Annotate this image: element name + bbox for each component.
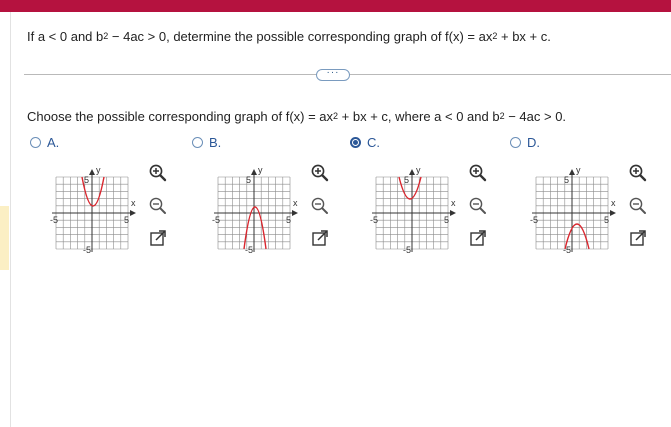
graph-c-y-tick-pos: 5 xyxy=(404,175,409,185)
option-b-label: B. xyxy=(209,135,222,150)
zoom-in-icon[interactable] xyxy=(628,163,648,183)
zoom-out-icon[interactable] xyxy=(148,196,168,216)
option-a-radio-group[interactable]: A. xyxy=(30,135,59,150)
option-d-radio-group[interactable]: D. xyxy=(510,135,540,150)
graph-b-y-label: y xyxy=(258,165,263,175)
graph-b-x-arrow xyxy=(292,210,298,216)
graph-c-x-label: x xyxy=(451,198,456,208)
graph-c-x-tick-neg: -5 xyxy=(370,215,378,225)
zoom-in-icon[interactable] xyxy=(148,163,168,183)
graph-a-x-label: x xyxy=(131,198,136,208)
graph-a-y-tick-pos: 5 xyxy=(84,175,89,185)
open-external-icon[interactable] xyxy=(628,228,648,248)
graph-b-x-label: x xyxy=(293,198,298,208)
zoom-in-icon[interactable] xyxy=(468,163,488,183)
graph-b-y-arrow xyxy=(251,169,257,175)
graph-d-y-label: y xyxy=(576,165,581,175)
option-c-label: C. xyxy=(367,135,380,150)
option-c: C. y x 5 -5 -5 5 xyxy=(350,135,500,255)
answer-prompt: Choose the possible corresponding graph … xyxy=(27,109,567,124)
graph-c-y-arrow xyxy=(409,169,415,175)
open-external-icon[interactable] xyxy=(310,228,330,248)
zoom-out-icon[interactable] xyxy=(468,196,488,216)
option-a-radio[interactable] xyxy=(30,137,41,148)
zoom-in-icon[interactable] xyxy=(310,163,330,183)
graph-c-y-tick-neg: -5 xyxy=(403,245,411,255)
open-external-icon[interactable] xyxy=(468,228,488,248)
graph-b-y-tick-pos: 5 xyxy=(246,175,251,185)
graph-a-y-label: y xyxy=(96,165,101,175)
option-b-radio-group[interactable]: B. xyxy=(192,135,221,150)
graph-a-y-tick-neg: -5 xyxy=(83,245,91,255)
zoom-out-icon[interactable] xyxy=(628,196,648,216)
option-a: A. y x 5 -5 -5 5 xyxy=(30,135,180,255)
graph-c-x-arrow xyxy=(450,210,456,216)
graph-d: y x 5 -5 -5 5 xyxy=(530,165,616,255)
option-d: D. y x 5 -5 -5 5 xyxy=(510,135,660,255)
graph-c-x-tick-pos: 5 xyxy=(444,215,449,225)
graph-b-x-tick-neg: -5 xyxy=(212,215,220,225)
graph-c-y-label: y xyxy=(416,165,421,175)
graph-a: y x 5 -5 -5 5 xyxy=(50,165,136,255)
graph-d-y-arrow xyxy=(569,169,575,175)
graph-c: y x 5 -5 -5 5 xyxy=(370,165,456,255)
graph-d-x-arrow xyxy=(610,210,616,216)
graph-b-x-tick-pos: 5 xyxy=(286,215,291,225)
graph-b-y-tick-neg: -5 xyxy=(245,245,253,255)
option-c-radio[interactable] xyxy=(350,137,361,148)
graph-d-y-tick-pos: 5 xyxy=(564,175,569,185)
graph-c-curve xyxy=(398,176,422,200)
zoom-out-icon[interactable] xyxy=(310,196,330,216)
option-d-radio[interactable] xyxy=(510,137,521,148)
question-text: If a < 0 and b2 − 4ac > 0, determine the… xyxy=(27,29,551,44)
graph-b: y x 5 -5 -5 5 xyxy=(212,165,298,255)
option-b-radio[interactable] xyxy=(192,137,203,148)
more-options-button[interactable]: ··· xyxy=(316,68,350,81)
graph-d-y-tick-neg: -5 xyxy=(563,245,571,255)
graph-a-x-tick-neg: -5 xyxy=(50,215,58,225)
option-a-label: A. xyxy=(47,135,60,150)
graph-d-x-label: x xyxy=(611,198,616,208)
left-highlight-marker xyxy=(0,206,9,270)
graph-a-x-tick-pos: 5 xyxy=(124,215,129,225)
top-brand-bar xyxy=(0,0,671,12)
option-c-radio-group[interactable]: C. xyxy=(350,135,380,150)
open-external-icon[interactable] xyxy=(148,228,168,248)
graph-a-x-arrow xyxy=(130,210,136,216)
option-d-label: D. xyxy=(527,135,540,150)
left-border xyxy=(10,12,11,427)
graph-a-y-arrow xyxy=(89,169,95,175)
option-b: B. y x 5 -5 -5 5 xyxy=(192,135,342,255)
graph-d-x-tick-neg: -5 xyxy=(530,215,538,225)
graph-d-x-tick-pos: 5 xyxy=(604,215,609,225)
